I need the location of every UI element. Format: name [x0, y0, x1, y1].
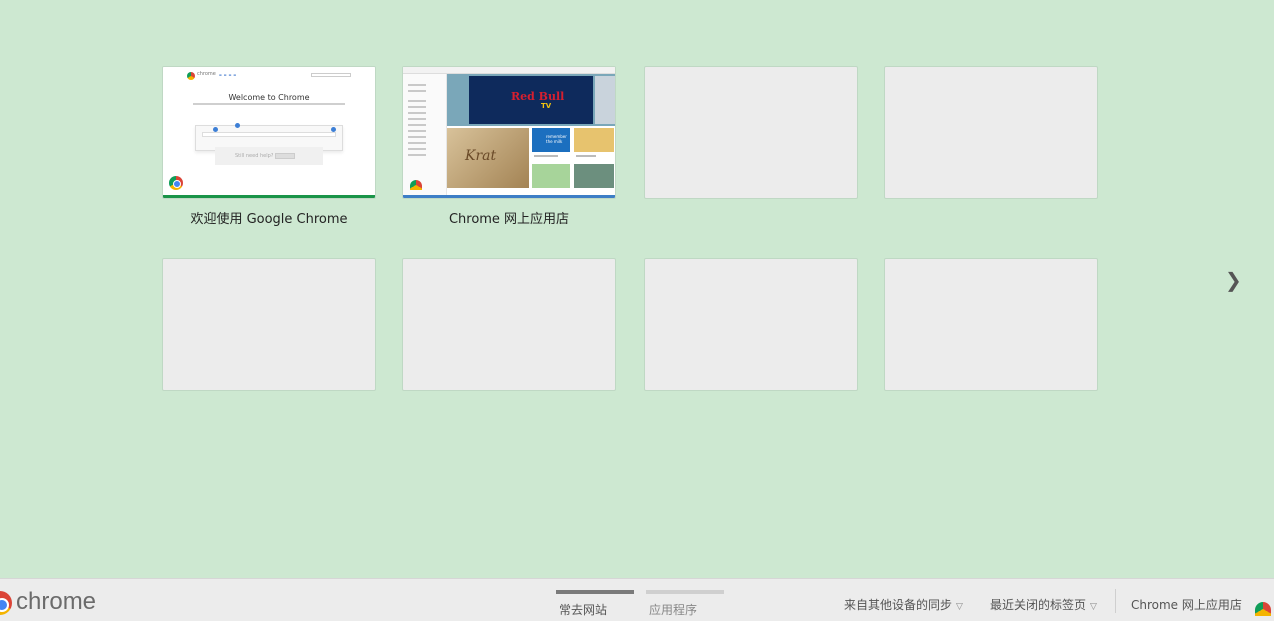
most-visited-tile-welcome[interactable]: chrome ▬ ▬ ▬ ▬ Welcome to Chrome Still n… — [162, 66, 376, 199]
thumb-logo-text: chrome — [197, 71, 216, 77]
empty-tile — [644, 66, 858, 199]
pager-indicator-most-visited[interactable] — [556, 590, 634, 594]
thumb-search — [311, 73, 351, 77]
chrome-icon — [169, 176, 183, 190]
empty-tile — [644, 258, 858, 391]
pager-label-most-visited[interactable]: 常去网站 — [559, 601, 637, 618]
chrome-logo-icon — [0, 591, 12, 615]
thumb-app-green — [532, 164, 570, 188]
thumb-feature-sub: TV — [541, 102, 552, 110]
tile-label-webstore[interactable]: Chrome 网上应用店 — [402, 208, 616, 227]
most-visited-tile-webstore[interactable]: Red Bull TV Krat remember the milk — [402, 66, 616, 199]
empty-tile — [402, 258, 616, 391]
footer-brand: chrome — [16, 588, 97, 615]
thumb-help-button — [275, 153, 295, 159]
webstore-thumbnail: Red Bull TV Krat remember the milk — [403, 67, 615, 198]
thumb-nav: ▬ ▬ ▬ ▬ — [219, 73, 237, 77]
chevron-down-icon: ▽ — [956, 602, 963, 612]
thumb-featured-main: Red Bull TV — [469, 76, 593, 124]
empty-tile — [884, 258, 1098, 391]
thumb-line — [576, 155, 596, 157]
empty-tile — [162, 258, 376, 391]
thumb-line — [534, 155, 558, 157]
pin-icon — [331, 127, 336, 132]
pager-label-apps[interactable]: 应用程序 — [649, 601, 727, 618]
other-devices-menu[interactable]: 来自其他设备的同步 ▽ — [844, 596, 963, 613]
recently-closed-menu[interactable]: 最近关闭的标签页 ▽ — [990, 596, 1097, 613]
chrome-logo-icon — [187, 72, 195, 80]
chrome-icon — [410, 180, 422, 190]
empty-tile — [884, 66, 1098, 199]
thumb-help-text: Still need help? — [235, 153, 274, 159]
thumb-app-gray — [574, 164, 614, 188]
thumb-feature-title: Red Bull — [511, 90, 565, 103]
thumb-app-milk: remember the milk — [532, 128, 570, 152]
recently-closed-label: 最近关闭的标签页 — [990, 598, 1087, 612]
footer-divider — [1115, 589, 1116, 613]
other-devices-label: 来自其他设备的同步 — [844, 598, 953, 612]
thumb-app-krat: Krat — [447, 128, 529, 188]
web-store-icon[interactable] — [1255, 602, 1271, 616]
thumb-toolbar — [403, 67, 615, 74]
thumb-app-milk-title: remember the milk — [546, 134, 567, 144]
pin-icon — [213, 127, 218, 132]
thumb-app-krat-title: Krat — [465, 148, 497, 164]
web-store-link[interactable]: Chrome 网上应用店 — [1131, 596, 1242, 613]
thumb-sidebar — [403, 74, 447, 195]
footer-bar: chrome 常去网站 应用程序 来自其他设备的同步 ▽ 最近关闭的标签页 ▽ Ch… — [0, 578, 1274, 621]
thumb-omnibox — [202, 132, 336, 137]
tile-label-welcome[interactable]: 欢迎使用 Google Chrome — [162, 208, 376, 227]
thumb-app-yellow — [574, 128, 614, 152]
next-page-arrow-icon[interactable]: ❯ — [1225, 268, 1242, 292]
welcome-thumbnail: chrome ▬ ▬ ▬ ▬ Welcome to Chrome Still n… — [163, 67, 375, 198]
thumb-subtitle-line — [193, 103, 345, 105]
chevron-down-icon: ▽ — [1090, 602, 1097, 612]
thumb-title: Welcome to Chrome — [228, 93, 310, 102]
thumb-featured-banner: Red Bull TV — [447, 74, 615, 126]
pin-icon — [235, 123, 240, 128]
pager-indicator-apps[interactable] — [646, 590, 724, 594]
thumb-featured-next — [595, 76, 615, 124]
